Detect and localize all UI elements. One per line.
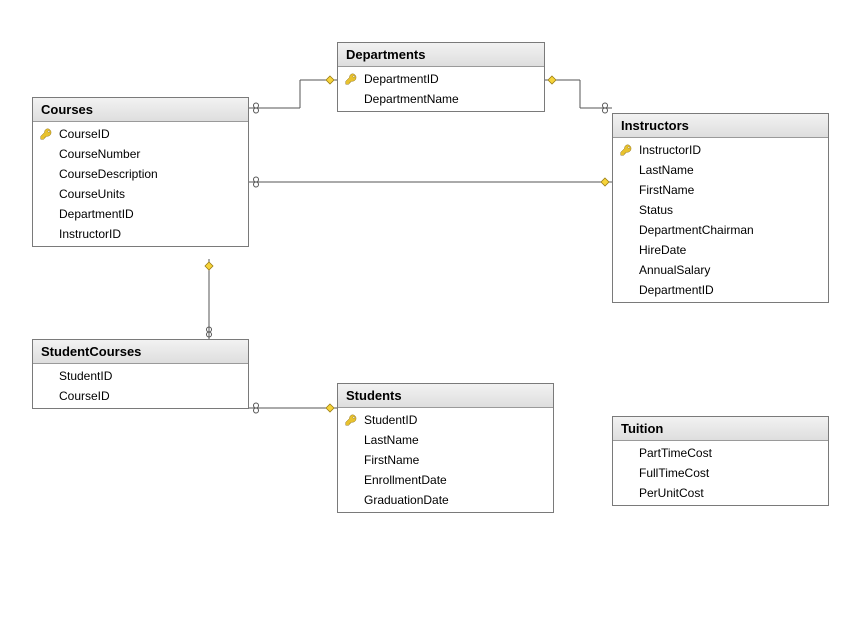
table-column[interactable]: PartTimeCost [613,443,828,463]
table-column[interactable]: DepartmentChairman [613,220,828,240]
column-name: Status [639,203,673,217]
column-name: StudentID [59,369,112,383]
table-column[interactable]: LastName [613,160,828,180]
table-columns: StudentID CourseID [33,364,248,408]
table-column[interactable]: DepartmentID [613,280,828,300]
table-column[interactable]: InstructorID [613,140,828,160]
column-name: AnnualSalary [639,263,710,277]
table-header: Tuition [613,417,828,441]
table-students[interactable]: Students StudentID LastName FirstName Enrol… [337,383,554,513]
primary-key-icon [344,414,358,426]
column-name: CourseID [59,389,110,403]
table-column[interactable]: LastName [338,430,553,450]
table-column[interactable]: PerUnitCost [613,483,828,503]
table-header: StudentCourses [33,340,248,364]
table-column[interactable]: FirstName [338,450,553,470]
column-name: PerUnitCost [639,486,704,500]
column-name: DepartmentChairman [639,223,754,237]
table-header: Students [338,384,553,408]
column-name: HireDate [639,243,686,257]
table-columns: StudentID LastName FirstName EnrollmentDate… [338,408,553,512]
table-column[interactable]: EnrollmentDate [338,470,553,490]
table-columns: PartTimeCost FullTimeCost PerUnitCost [613,441,828,505]
primary-key-icon [619,144,633,156]
table-column[interactable]: AnnualSalary [613,260,828,280]
table-column[interactable]: DepartmentID [33,204,248,224]
table-title: Tuition [621,421,663,436]
table-title: Courses [41,102,93,117]
table-title: Instructors [621,118,689,133]
table-column[interactable]: CourseID [33,386,248,406]
column-name: PartTimeCost [639,446,712,460]
column-name: DepartmentID [59,207,134,221]
table-columns: CourseID CourseNumber CourseDescription Cou… [33,122,248,246]
table-column[interactable]: CourseDescription [33,164,248,184]
column-name: CourseDescription [59,167,158,181]
table-column[interactable]: CourseNumber [33,144,248,164]
table-columns: InstructorID LastName FirstName Status Depar… [613,138,828,302]
table-column[interactable]: FullTimeCost [613,463,828,483]
column-name: CourseUnits [59,187,125,201]
table-tuition[interactable]: Tuition PartTimeCost FullTimeCost PerUnitC… [612,416,829,506]
column-name: FirstName [639,183,694,197]
table-column[interactable]: DepartmentName [338,89,544,109]
table-header: Instructors [613,114,828,138]
column-name: DepartmentID [639,283,714,297]
column-name: EnrollmentDate [364,473,447,487]
table-header: Departments [338,43,544,67]
table-header: Courses [33,98,248,122]
column-name: LastName [364,433,419,447]
table-title: Departments [346,47,425,62]
column-name: CourseID [59,127,110,141]
column-name: GraduationDate [364,493,449,507]
table-column[interactable]: CourseID [33,124,248,144]
table-column[interactable]: GraduationDate [338,490,553,510]
table-column[interactable]: DepartmentID [338,69,544,89]
primary-key-icon [344,73,358,85]
column-name: DepartmentID [364,72,439,86]
table-column[interactable]: StudentID [33,366,248,386]
column-name: InstructorID [59,227,121,241]
table-courses[interactable]: Courses CourseID CourseNumber CourseDescri… [32,97,249,247]
column-name: FullTimeCost [639,466,709,480]
table-columns: DepartmentID DepartmentName [338,67,544,111]
column-name: CourseNumber [59,147,140,161]
column-name: InstructorID [639,143,701,157]
table-column[interactable]: Status [613,200,828,220]
table-studentcourses[interactable]: StudentCourses StudentID CourseID [32,339,249,409]
table-title: StudentCourses [41,344,141,359]
table-instructors[interactable]: Instructors InstructorID LastName FirstNam… [612,113,829,303]
table-column[interactable]: HireDate [613,240,828,260]
table-column[interactable]: StudentID [338,410,553,430]
table-column[interactable]: InstructorID [33,224,248,244]
column-name: FirstName [364,453,419,467]
table-column[interactable]: FirstName [613,180,828,200]
table-title: Students [346,388,402,403]
column-name: DepartmentName [364,92,459,106]
table-departments[interactable]: Departments DepartmentID DepartmentName [337,42,545,112]
column-name: LastName [639,163,694,177]
primary-key-icon [39,128,53,140]
table-column[interactable]: CourseUnits [33,184,248,204]
column-name: StudentID [364,413,417,427]
